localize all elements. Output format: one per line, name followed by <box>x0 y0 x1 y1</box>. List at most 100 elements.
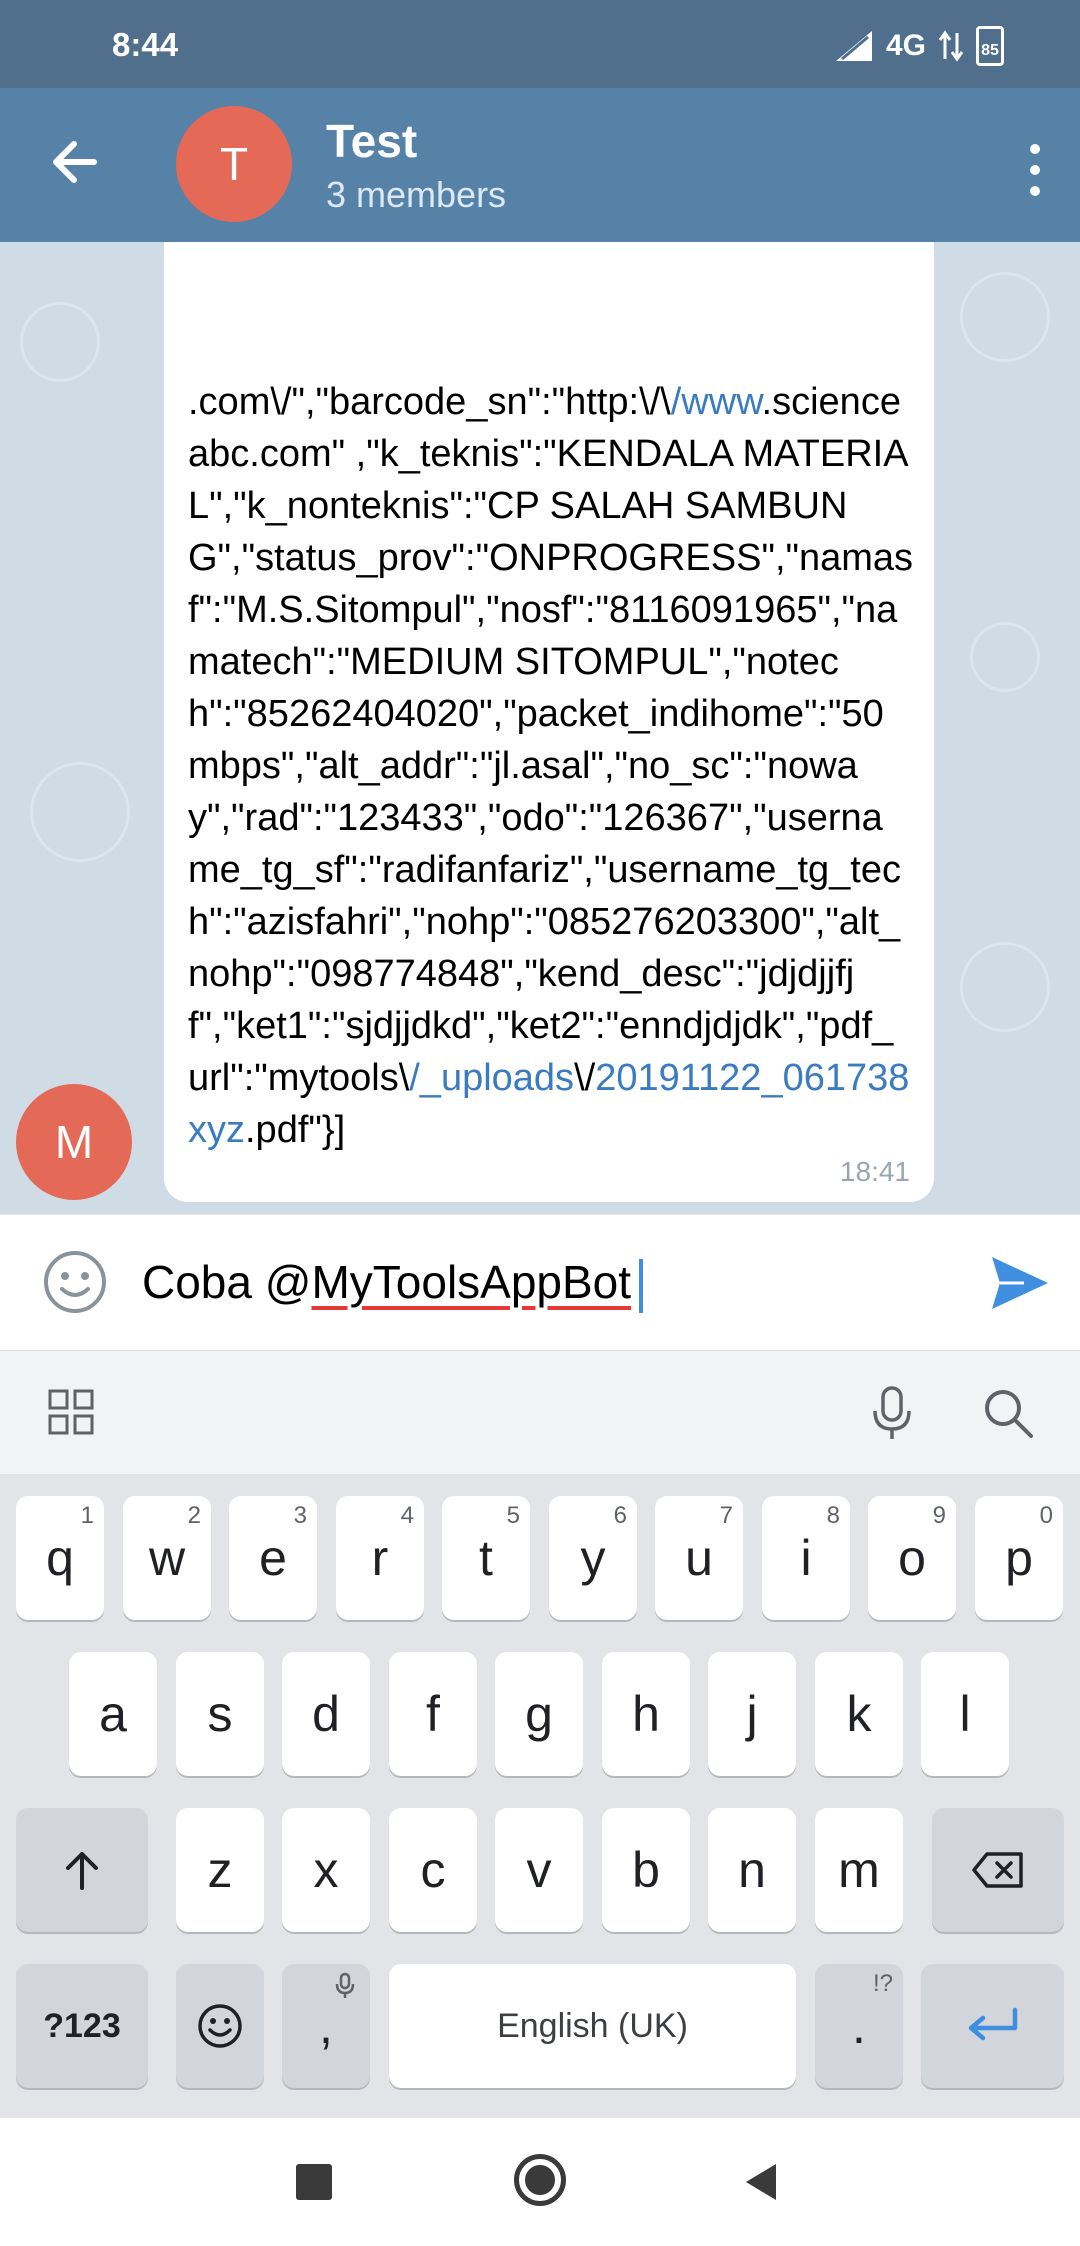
message-text: .com\/","barcode_sn":"http:\/\/www.scien… <box>188 376 914 1156</box>
key-label: o <box>898 1530 926 1586</box>
key-d[interactable]: d <box>282 1652 370 1776</box>
emoji-icon <box>198 2004 242 2048</box>
key-label: y <box>580 1530 606 1586</box>
battery-icon: 85 <box>976 26 1004 66</box>
key-g[interactable]: g <box>495 1652 583 1776</box>
enter-key[interactable] <box>921 1964 1064 2088</box>
key-u[interactable]: u7 <box>655 1496 743 1620</box>
key-t[interactable]: t5 <box>442 1496 530 1620</box>
more-options-icon[interactable] <box>1020 140 1050 200</box>
key-b[interactable]: b <box>602 1808 690 1932</box>
message-bubble[interactable]: .com\/","barcode_sn":"http:\/\/www.scien… <box>164 242 934 1202</box>
input-prefix: Coba @ <box>142 1256 312 1308</box>
key-m[interactable]: m <box>815 1808 903 1932</box>
key-k[interactable]: k <box>815 1652 903 1776</box>
key-v[interactable]: v <box>495 1808 583 1932</box>
status-time: 8:44 <box>112 26 179 63</box>
key-y[interactable]: y6 <box>549 1496 637 1620</box>
chat-header: T Test 3 members <box>0 88 1080 242</box>
key-w[interactable]: w2 <box>123 1496 211 1620</box>
network-type: 4G <box>885 29 926 62</box>
backspace-icon <box>972 1852 1023 1888</box>
navigation-bar <box>0 2118 1080 2246</box>
key-label: q <box>46 1530 74 1586</box>
message-input[interactable]: Coba @MyToolsAppBot <box>142 1255 644 1313</box>
group-avatar[interactable]: T <box>176 106 292 222</box>
message-link[interactable]: /www <box>671 381 762 423</box>
key-label: i <box>800 1530 812 1586</box>
key-hint: 9 <box>932 1502 946 1529</box>
space-key[interactable]: English (UK) <box>389 1964 796 2088</box>
back-arrow-icon[interactable] <box>46 132 106 192</box>
chat-title[interactable]: Test <box>326 114 417 168</box>
period-key[interactable]: . !? <box>815 1964 903 2088</box>
key-label: t <box>479 1530 493 1586</box>
key-n[interactable]: n <box>708 1808 796 1932</box>
key-r[interactable]: r4 <box>336 1496 424 1620</box>
member-count: 3 members <box>326 174 507 215</box>
message-link[interactable]: /_uploads <box>409 1057 574 1099</box>
comma-key[interactable]: , <box>282 1964 370 2088</box>
background-doodle <box>20 302 100 382</box>
key-hint: 3 <box>293 1502 307 1529</box>
key-hint: 0 <box>1039 1502 1053 1529</box>
signal-icon <box>835 31 872 61</box>
key-o[interactable]: o9 <box>868 1496 956 1620</box>
key-label: p <box>1005 1530 1033 1586</box>
key-i[interactable]: i8 <box>762 1496 850 1620</box>
key-hint: 8 <box>826 1502 840 1529</box>
microphone-icon[interactable] <box>868 1385 916 1441</box>
shift-icon <box>66 1852 98 1890</box>
background-doodle <box>30 762 130 862</box>
key-hint: 4 <box>400 1502 414 1529</box>
symbols-key[interactable]: ?123 <box>16 1964 148 2088</box>
emoji-key[interactable] <box>176 1964 264 2088</box>
keyboard: q1 w2 e3 r4 t5 y6 u7 i8 o9 p0 a s d f g … <box>0 1474 1080 2118</box>
key-hint: 2 <box>187 1502 201 1529</box>
backspace-key[interactable] <box>932 1808 1064 1932</box>
key-hint: 5 <box>506 1502 520 1529</box>
key-label: r <box>371 1530 389 1586</box>
key-z[interactable]: z <box>176 1808 264 1932</box>
key-label: e <box>259 1530 287 1586</box>
message-text-segment: .com\/","barcode_sn":"http:\/\ <box>188 381 671 423</box>
key-h[interactable]: h <box>602 1652 690 1776</box>
key-e[interactable]: e3 <box>229 1496 317 1620</box>
key-q[interactable]: q1 <box>16 1496 104 1620</box>
key-c[interactable]: c <box>389 1808 477 1932</box>
key-x[interactable]: x <box>282 1808 370 1932</box>
key-f[interactable]: f <box>389 1652 477 1776</box>
input-mention: MyToolsAppBot <box>311 1256 632 1308</box>
message-text-segment: \/ <box>574 1057 596 1099</box>
home-button[interactable] <box>514 2154 566 2206</box>
emoji-icon[interactable] <box>42 1249 108 1315</box>
data-arrows-icon <box>938 30 964 62</box>
key-label: w <box>148 1530 186 1586</box>
message-text-segment: .scienceabc.com" ,"k_teknis":"KENDALA MA… <box>188 381 914 1099</box>
recents-button[interactable] <box>296 2164 332 2200</box>
key-s[interactable]: s <box>176 1652 264 1776</box>
back-button[interactable] <box>744 2162 778 2202</box>
key-label: u <box>685 1530 713 1586</box>
apps-grid-icon[interactable] <box>48 1389 94 1435</box>
message-input-bar: Coba @MyToolsAppBot <box>0 1214 1080 1350</box>
text-cursor <box>639 1258 644 1313</box>
sender-avatar[interactable]: M <box>16 1084 132 1200</box>
shift-key[interactable] <box>16 1808 148 1932</box>
search-icon[interactable] <box>982 1387 1034 1439</box>
key-p[interactable]: p0 <box>975 1496 1063 1620</box>
key-l[interactable]: l <box>921 1652 1009 1776</box>
background-doodle <box>970 622 1040 692</box>
battery-level: 85 <box>981 42 999 59</box>
keyboard-toolbar <box>0 1350 1080 1474</box>
key-j[interactable]: j <box>708 1652 796 1776</box>
chat-area[interactable]: .com\/","barcode_sn":"http:\/\/www.scien… <box>0 242 1080 1214</box>
key-a[interactable]: a <box>69 1652 157 1776</box>
key-hint: 7 <box>719 1502 733 1529</box>
send-icon[interactable] <box>990 1255 1050 1311</box>
key-hint: 6 <box>613 1502 627 1529</box>
status-indicators: 4G 85 <box>834 26 1004 66</box>
status-bar: 8:44 4G 85 <box>0 0 1080 88</box>
background-doodle <box>960 942 1050 1032</box>
message-text-segment: .pdf"}] <box>245 1109 346 1151</box>
